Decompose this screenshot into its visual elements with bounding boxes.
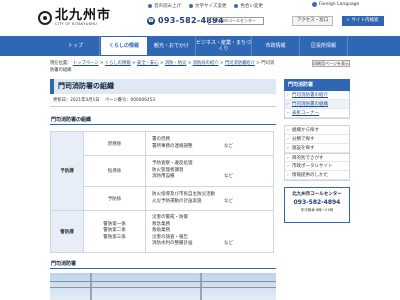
util-color-link[interactable]: 色合い変更 xyxy=(234,3,263,9)
callcenter-box: 北九州市コールセンター 093-582-4894 年中無休 8時〜21時 xyxy=(284,187,350,223)
site-logo[interactable]: 北九州市 CITY OF KITAKYUSHU xyxy=(38,9,111,26)
duties-cell: 署の庶務 署所事務の連絡調整 など xyxy=(145,131,274,156)
breadcrumb-moji-station[interactable]: 門司消防署 xyxy=(225,61,246,66)
sidebar-item-awards[interactable]: 表彰コーナー xyxy=(285,109,349,118)
section-cell: 予防係 xyxy=(83,186,146,211)
sidebar-title: 門司消防署 xyxy=(284,79,350,91)
power-line xyxy=(50,287,276,288)
site-search-button[interactable]: ⌕ サイト内検索 xyxy=(342,16,384,26)
callcenter-link[interactable]: 北九州市コールセンター xyxy=(208,17,264,25)
table-row: 指導係 予防査察・違反処理 防火管理者講習 消防用設備 など xyxy=(51,155,274,187)
nav-top[interactable]: トップ xyxy=(52,36,100,56)
utility-links: 音声読み上げ 文字サイズ変更 色合い変更 xyxy=(148,3,263,9)
sidebar-item-feedback[interactable]: 情報提供のしかた xyxy=(285,171,349,180)
breadcrumb-top[interactable]: トップページ xyxy=(73,61,99,66)
table-row: 警防課 警防第一係 警防第二係 警防第三係 災害の警戒・防御 救急業務 救助業務… xyxy=(50,210,274,253)
dept-cell: 予防課 xyxy=(50,131,84,211)
main-content: 門司消防署の組織 更新日：2021年4月1日 ページ番号：000006453 門… xyxy=(50,79,276,300)
util-voice-link[interactable]: 音声読み上げ xyxy=(148,3,181,9)
sidebar-links: 門司消防署の紹介 門司消防署の組織 表彰コーナー xyxy=(284,91,350,119)
sidebar-item-by-category[interactable]: 分類で探す xyxy=(285,135,349,144)
site-header: 北九州市 CITY OF KITAKYUSHU 音声読み上げ 文字サイズ変更 色… xyxy=(0,0,400,36)
section-heading-station: 門司消防署 xyxy=(50,261,276,269)
text-size-icon xyxy=(189,4,193,8)
sidebar-item-intro[interactable]: 門司消防署の紹介 xyxy=(285,91,349,100)
nav-living[interactable]: くらしの情報 xyxy=(100,36,148,56)
section-cell: 警防第一係 警防第二係 警防第三係 xyxy=(83,210,146,253)
city-emblem-icon xyxy=(38,10,52,25)
breadcrumb-fire[interactable]: 消防・防災 xyxy=(165,61,186,66)
print-button[interactable]: 印刷用ページを表示 xyxy=(312,60,350,67)
global-nav: トップ くらしの情報 観光・おでかけ ビジネス・産業・まちづくり 市政情報 区役… xyxy=(0,36,400,56)
nav-tourism[interactable]: 観光・おでかけ xyxy=(148,36,196,56)
org-table: 予防課 庶務係 署の庶務 署所事務の連絡調整 など 指導係 予防査察・違反処理 防… xyxy=(50,131,274,253)
callcenter-note: 年中無休 8時〜21時 xyxy=(300,208,334,212)
page-title: 門司消防署の組織 xyxy=(50,79,276,94)
section-cell: 指導係 xyxy=(83,155,146,187)
duties-cell: 災害の警戒・防御 救急業務 救助業務 災害の調査・報告 消防水利の整備計画 など xyxy=(145,210,274,253)
page-number: ページ番号：000006453 xyxy=(104,98,156,103)
util-font-size-link[interactable]: 文字サイズ変更 xyxy=(189,3,226,9)
callcenter-number: 093-582-4894 xyxy=(293,199,341,206)
callcenter-title: 北九州市コールセンター xyxy=(292,192,342,197)
nav-city-info[interactable]: 市政情報 xyxy=(252,36,300,56)
access-button[interactable]: アクセス・窓口 xyxy=(292,16,334,26)
breadcrumb-fire-dept[interactable]: 消防局の紹介 xyxy=(193,61,219,66)
updated-date: 更新日：2021年4月1日 xyxy=(53,98,100,103)
sidebar-item-portal[interactable]: 市政ポータルサイト xyxy=(285,162,349,171)
sidebar-item-organization[interactable]: 門司消防署の組織 xyxy=(285,100,349,109)
dept-cell: 警防課 xyxy=(50,210,84,253)
palette-icon xyxy=(234,4,239,8)
duties-cell: 防火指導及び市民自主防災活動 火災予防運動の計画実施 など xyxy=(145,186,274,211)
breadcrumb: 現在位置： トップページ > くらしの情報 > 安全・安心 > 消防・防災 > … xyxy=(50,61,275,73)
speaker-icon xyxy=(148,4,152,8)
logo-text-jp: 北九州市 xyxy=(55,8,112,23)
section-cell: 庶務係 xyxy=(83,131,146,156)
table-row: 予防課 庶務係 署の庶務 署所事務の連絡調整 など xyxy=(50,131,274,211)
phone-icon: ☎ xyxy=(147,16,155,25)
page-meta: 更新日：2021年4月1日 ページ番号：000006453 xyxy=(50,95,276,107)
section-heading: 門司消防署の組織 xyxy=(50,117,276,125)
power-line xyxy=(50,281,276,282)
breadcrumb-safety[interactable]: 安全・安心 xyxy=(137,61,158,66)
logo-text-en: CITY OF KITAKYUSHU xyxy=(55,22,98,26)
nav-business[interactable]: ビジネス・産業・まちづくり xyxy=(196,36,252,56)
duties-cell: 予防査察・違反処理 防火管理者講習 消防用設備 など xyxy=(145,155,274,187)
breadcrumb-intro[interactable]: 紹介 xyxy=(246,61,255,66)
search-icon: ⌕ xyxy=(347,18,350,23)
sidebar-item-by-purpose[interactable]: 目的別でさがす xyxy=(285,153,349,163)
sidebar-search-box: 組織から探す 分類で探す 施設を探す 目的別でさがす 市政ポータルサイト 情報提… xyxy=(284,125,350,181)
nav-ward-office[interactable]: 区役所情報 xyxy=(300,36,348,56)
globe-icon xyxy=(312,2,317,7)
sidebar-item-by-org[interactable]: 組織から探す xyxy=(285,126,349,135)
station-photo xyxy=(50,273,276,300)
language-link[interactable]: Foreign Language xyxy=(312,2,359,7)
sidebar-item-facilities[interactable]: 施設を探す xyxy=(285,144,349,153)
breadcrumb-living[interactable]: くらしの情報 xyxy=(105,61,131,66)
table-row: 予防係 防火指導及び市民自主防災活動 火災予防運動の計画実施 など xyxy=(51,186,274,211)
sidebar: 門司消防署 門司消防署の紹介 門司消防署の組織 表彰コーナー 組織から探す 分類… xyxy=(284,79,350,223)
